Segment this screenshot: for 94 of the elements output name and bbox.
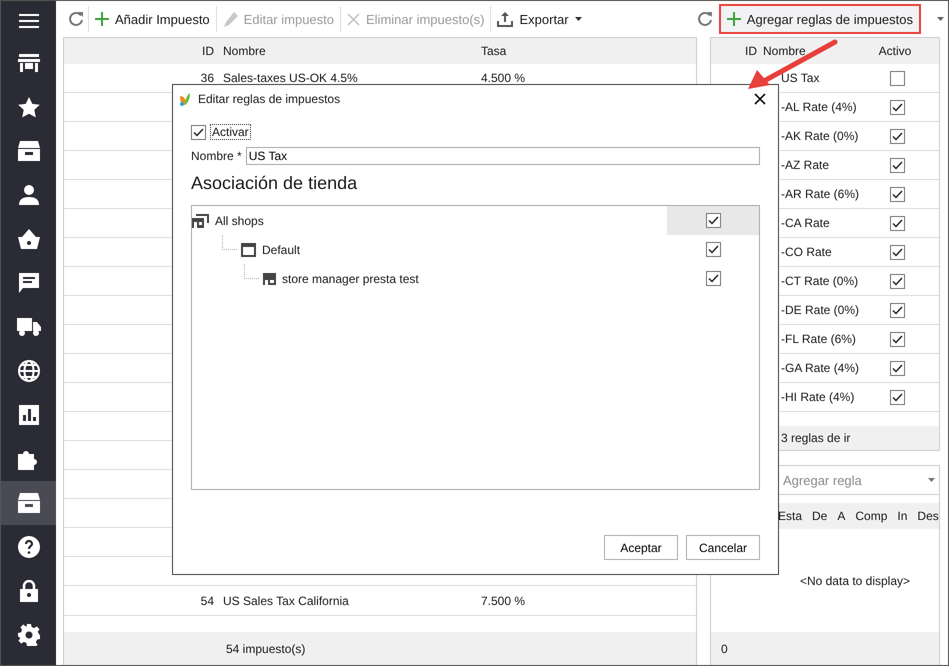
table-cell-text: -DE Rate (0%): [781, 303, 860, 317]
empty-message: <No data to display>: [800, 574, 910, 588]
row-count: 3 reglas de ir: [780, 431, 850, 445]
add-rules-button[interactable]: Agregar reglas de impuestos: [718, 4, 921, 34]
column-header[interactable]: Nombre: [757, 44, 875, 58]
refresh-icon: [68, 11, 84, 27]
caret-icon: [574, 17, 582, 21]
star-icon: [18, 96, 40, 118]
chart-icon: [18, 405, 38, 425]
table-cell-text: 54: [200, 594, 214, 608]
checkbox[interactable]: [890, 274, 904, 288]
checkbox[interactable]: [890, 70, 904, 86]
table-cell-text: -CA Rate: [781, 216, 831, 230]
table-cell-text: -AL Rate (4%): [781, 100, 858, 114]
column-header[interactable]: A: [837, 509, 846, 523]
table-cell-text: -AK Rate (0%): [781, 129, 860, 143]
table-cell-text: -CO Rate: [781, 245, 833, 259]
close-icon[interactable]: [754, 93, 766, 105]
checkbox[interactable]: [706, 271, 720, 286]
pencil-icon: [222, 12, 238, 26]
checkbox[interactable]: [890, 100, 904, 114]
basket-icon: [18, 229, 40, 249]
checkbox[interactable]: [890, 128, 904, 144]
column-header[interactable]: ID: [711, 44, 757, 58]
shops-icon: [192, 214, 209, 228]
archive-icon: [18, 141, 40, 161]
toolbar-button[interactable]: Añadir Impuesto: [88, 6, 216, 32]
checkbox[interactable]: [890, 332, 904, 346]
checkbox[interactable]: [890, 158, 904, 172]
table-cell-text: -FL Rate (6%): [781, 332, 857, 346]
refresh-icon: [696, 11, 713, 27]
table-cell-text: -AR Rate (6%): [781, 187, 860, 201]
checkbox[interactable]: [191, 124, 206, 140]
checkbox[interactable]: [890, 302, 904, 318]
checkbox[interactable]: [706, 242, 720, 257]
column-header[interactable]: De: [812, 509, 828, 523]
checkbox[interactable]: [890, 360, 904, 376]
column-header[interactable]: ID: [64, 44, 214, 58]
checkbox[interactable]: [706, 213, 720, 228]
dialog-button[interactable]: Cancelar: [686, 535, 760, 560]
table-cell-text: 7.500 %: [481, 594, 526, 608]
row-count: 0: [720, 642, 728, 656]
store-icon: [18, 53, 40, 73]
column-header[interactable]: Tasa: [481, 44, 696, 58]
section-heading: Asociación de tienda: [191, 173, 358, 194]
sidebar-item[interactable]: [1, 481, 56, 525]
tree-item[interactable]: Default: [262, 242, 300, 256]
table-cell-text: Sales-taxes US-OK 4.5%: [222, 71, 359, 85]
column-header[interactable]: Nombre: [214, 44, 481, 58]
help-icon: [18, 536, 40, 558]
tree-item[interactable]: store manager presta test: [282, 272, 419, 286]
lock-icon: [20, 580, 38, 602]
plus-icon: [726, 12, 741, 26]
caret-icon[interactable]: [937, 17, 944, 21]
table-cell-text: US Tax: [781, 71, 820, 85]
window-icon: [241, 242, 256, 256]
name-field[interactable]: US Tax: [246, 147, 760, 165]
plus-icon: [95, 12, 109, 26]
field-label: Nombre *: [191, 149, 242, 163]
checkbox[interactable]: [890, 244, 904, 260]
dialog-button[interactable]: Aceptar: [604, 535, 678, 560]
row-count: 54 impuesto(s): [225, 642, 306, 656]
globe-icon: [18, 360, 40, 382]
upload-icon: [497, 12, 514, 26]
chat-icon: [18, 273, 38, 293]
table-cell-text: US Sales Tax California: [222, 594, 350, 608]
checkbox[interactable]: [890, 216, 904, 230]
close-icon: [347, 12, 360, 26]
checkbox[interactable]: [890, 390, 904, 404]
toolbar-button[interactable]: Exportar: [490, 6, 588, 32]
tree-item[interactable]: All shops: [215, 214, 264, 228]
table-cell-text: -GA Rate (4%): [781, 361, 860, 375]
leaf-logo-icon: [178, 92, 192, 106]
puzzle-icon: [18, 448, 39, 470]
column-header[interactable]: Des: [917, 509, 939, 523]
table-cell-text: -HI Rate (4%): [781, 390, 856, 404]
column-header[interactable]: Esta: [778, 509, 802, 523]
settings-icon: [18, 624, 40, 646]
dialog-title: Editar reglas de impuestos: [198, 92, 342, 106]
caret-icon: [928, 478, 935, 482]
checkbox-label[interactable]: Activar: [210, 124, 251, 140]
column-header[interactable]: In: [897, 509, 908, 523]
checkbox[interactable]: [890, 186, 904, 202]
column-header[interactable]: Comp: [855, 509, 888, 523]
truck-icon: [16, 318, 40, 336]
table-cell-text: -AZ Rate: [781, 158, 830, 172]
table-cell-text: 4.500 %: [481, 71, 526, 85]
column-header[interactable]: Activo: [875, 44, 915, 58]
table-cell-text: -CT Rate (0%): [781, 274, 860, 288]
store-icon: [263, 272, 276, 284]
menu-icon: [18, 13, 38, 29]
table-cell-text: 36: [200, 71, 214, 85]
archive-icon: [18, 493, 40, 513]
person-icon: [18, 185, 38, 205]
